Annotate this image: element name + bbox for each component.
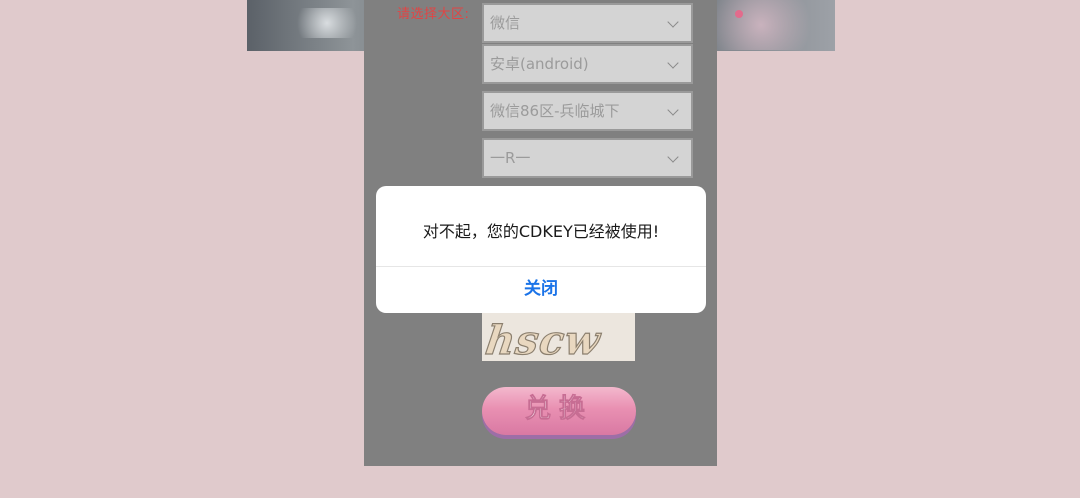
alert-dialog: 对不起，您的CDKEY已经被使用! 关闭 (376, 186, 706, 313)
page: 请选择大区: 微信 安卓(android) 微信86区-兵临城下 一R一 hsc… (0, 0, 1080, 498)
banner-highlight (717, 0, 827, 50)
alert-message: 对不起，您的CDKEY已经被使用! (422, 222, 660, 241)
close-button[interactable]: 关闭 (376, 267, 706, 313)
banner-highlight (735, 10, 743, 18)
banner-highlight (287, 8, 367, 38)
